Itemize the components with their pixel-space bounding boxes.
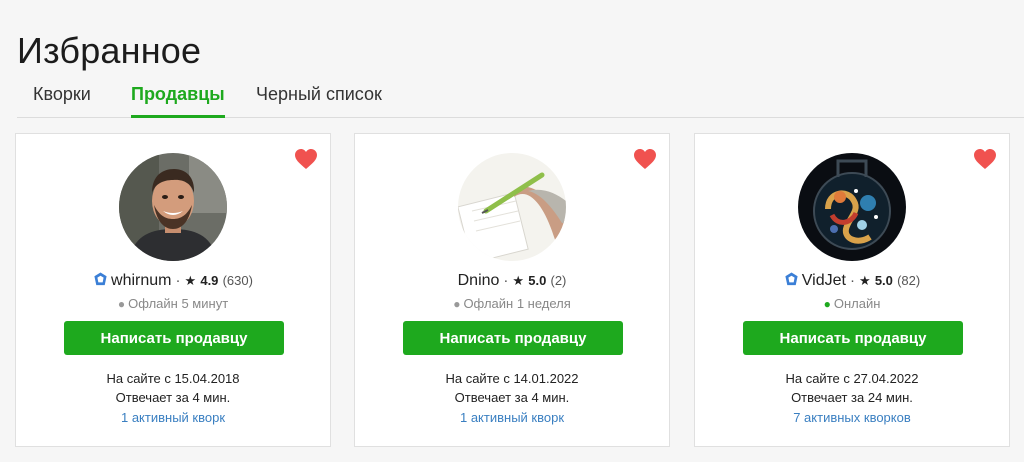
seller-status: ● Офлайн 1 неделя [355,296,669,311]
message-seller-button[interactable]: Написать продавцу [403,321,623,355]
active-kworks-link[interactable]: 1 активный кворк [355,410,669,425]
tab-kworks[interactable]: Кворки [33,84,91,115]
seller-name-row: VidJet · ★ 5.0 (82) [695,272,1009,290]
seller-since: На сайте с 27.04.2022 [785,371,919,386]
active-kworks-link[interactable]: 7 активных кворков [695,410,1009,425]
seller-since: На сайте с 14.01.2022 [445,371,579,386]
seller-rating: 4.9 [200,273,219,288]
page-title: Избранное [17,30,202,72]
seller-status-text: Офлайн 5 минут [128,296,229,311]
heart-icon[interactable] [973,148,997,170]
seller-status: ● Офлайн 5 минут [16,296,330,311]
separator-dot: · [503,272,509,289]
seller-response-time: Отвечает за 4 мин. [115,390,231,405]
seller-status-text: Онлайн [833,296,881,311]
seller-card: whirnum · ★ 4.9 (630) ● Офлайн 5 минут Напи… [15,133,331,447]
seller-avatar[interactable] [119,153,227,261]
seller-name[interactable]: Dnino [458,272,500,289]
offline-dot-icon: ● [453,297,461,311]
message-seller-button[interactable]: Написать продавцу [64,321,284,355]
separator-dot: · [849,272,855,289]
seller-review-count: (2) [550,273,567,288]
heart-icon[interactable] [633,148,657,170]
seller-status: ● Онлайн [695,296,1009,311]
separator-dot: · [175,272,181,289]
heart-icon[interactable] [294,148,318,170]
seller-rating: 5.0 [874,273,893,288]
verified-badge-icon [94,272,107,286]
tab-sellers[interactable]: Продавцы [131,84,225,118]
seller-review-count: (82) [897,273,921,288]
seller-rating: 5.0 [528,273,547,288]
seller-card: VidJet · ★ 5.0 (82) ● Онлайн Написать прода… [694,133,1010,447]
seller-response-time: Отвечает за 4 мин. [454,390,570,405]
offline-dot-icon: ● [117,297,126,311]
seller-review-count: (630) [222,273,253,288]
message-seller-button[interactable]: Написать продавцу [743,321,963,355]
tabs-bar: Кворки Продавцы Черный список [17,74,1024,118]
seller-name-row: whirnum · ★ 4.9 (630) [16,272,330,290]
verified-badge-icon [785,272,798,286]
seller-card: Dnino · ★ 5.0 (2) ● Офлайн 1 неделя Написат… [354,133,670,447]
tab-blacklist[interactable]: Черный список [256,84,382,115]
seller-avatar[interactable] [798,153,906,261]
seller-avatar[interactable] [458,153,566,261]
seller-since: На сайте с 15.04.2018 [106,371,240,386]
star-icon: ★ [184,273,197,288]
seller-response-time: Отвечает за 24 мин. [791,390,913,405]
seller-name[interactable]: VidJet [802,272,846,289]
online-dot-icon: ● [823,297,831,311]
seller-name[interactable]: whirnum [111,272,171,289]
star-icon: ★ [512,273,525,288]
active-kworks-link[interactable]: 1 активный кворк [16,410,330,425]
star-icon: ★ [858,273,871,288]
seller-name-row: Dnino · ★ 5.0 (2) [355,272,669,290]
seller-status-text: Офлайн 1 неделя [463,296,571,311]
